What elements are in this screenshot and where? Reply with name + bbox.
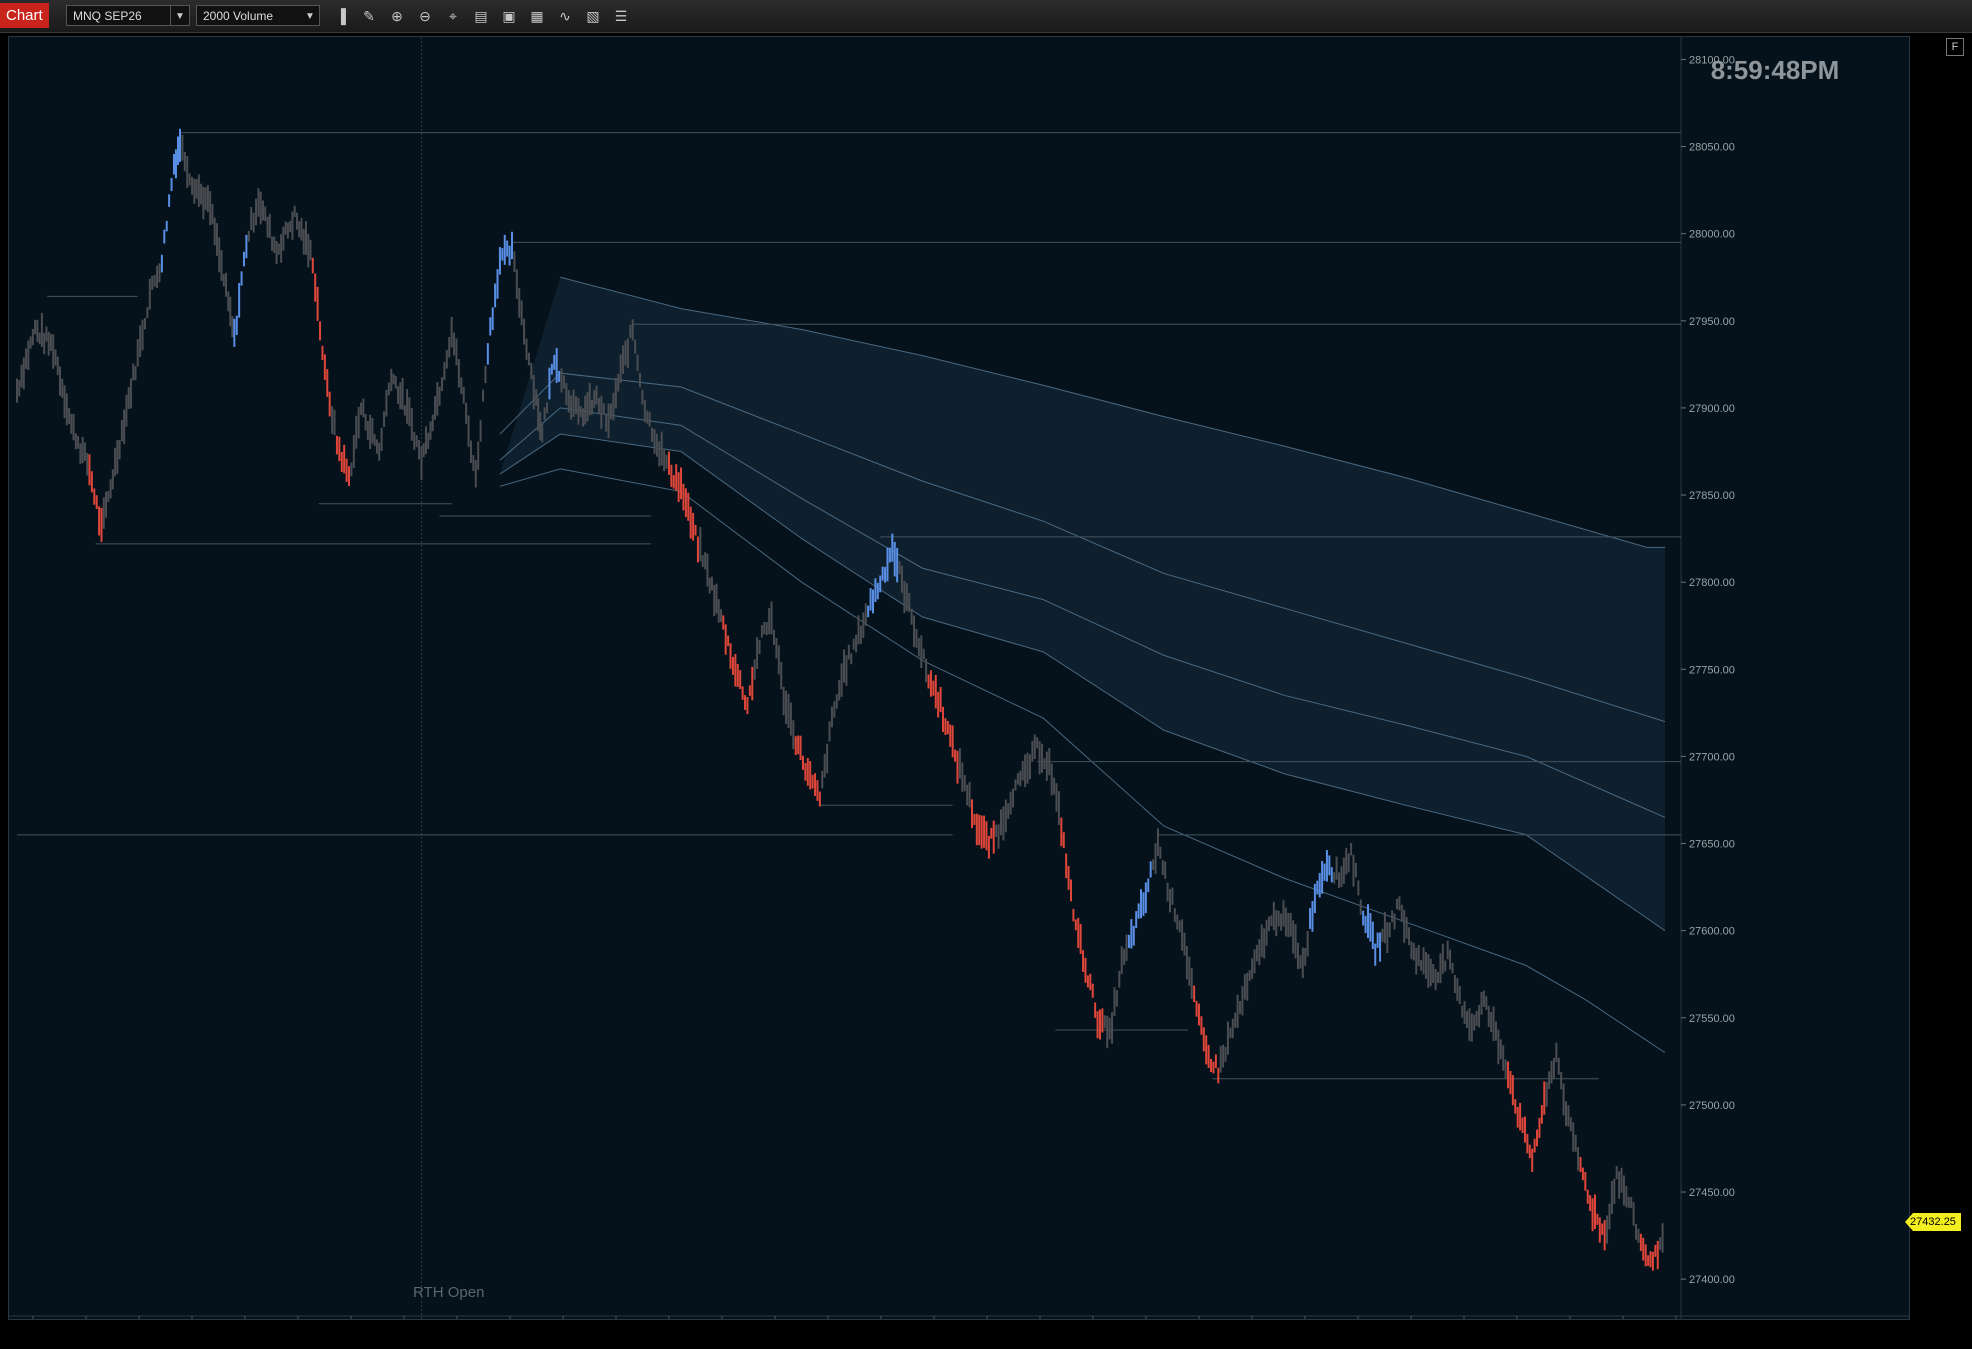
rth-open-label: RTH Open (413, 1284, 485, 1301)
corner-button[interactable]: F (1946, 38, 1964, 56)
y-tick-label: 27800.00 (1689, 577, 1735, 589)
last-price-marker: 27432.25 (1905, 1213, 1961, 1231)
data-box-icon[interactable]: ▤ (470, 6, 492, 26)
y-tick-label: 27650.00 (1689, 839, 1735, 851)
chevron-down-icon[interactable]: ▼ (170, 6, 189, 25)
chart-trader-icon[interactable]: ▣ (498, 6, 520, 26)
strategies-icon[interactable]: ▦ (526, 6, 548, 26)
interval-value: 2000 Volume (203, 9, 274, 23)
crosshair-icon[interactable]: ⌖ (442, 6, 464, 26)
y-tick-label: 27950.00 (1689, 316, 1735, 328)
instrument-selector[interactable]: MNQ SEP26 ▼ (66, 5, 190, 26)
y-tick-label: 27750.00 (1689, 664, 1735, 676)
y-tick-label: 28000.00 (1689, 229, 1735, 241)
chart-tab[interactable]: Chart (0, 3, 49, 28)
chart-plot-area[interactable]: 28100.00 28050.00 28000.00 27950.00 27900.00… (8, 36, 1910, 1320)
bar-style-icon[interactable]: ▐ (330, 6, 352, 26)
y-tick-label: 27700.00 (1689, 751, 1735, 763)
y-tick-label: 27500.00 (1689, 1100, 1735, 1112)
chevron-down-icon[interactable]: ▼ (301, 6, 319, 25)
y-tick-label: 27600.00 (1689, 926, 1735, 938)
list-icon[interactable]: ☰ (610, 6, 632, 26)
clock-display: 8:59:48PM (1710, 55, 1840, 85)
indicators-icon[interactable]: ∿ (554, 6, 576, 26)
draw-tools-icon[interactable]: ✎ (358, 6, 380, 26)
zoom-out-icon[interactable]: ⊖ (414, 6, 436, 26)
deviation-band-fill (499, 277, 1665, 931)
interval-selector[interactable]: 2000 Volume ▼ (196, 5, 320, 26)
zoom-in-icon[interactable]: ⊕ (386, 6, 408, 26)
y-tick-label: 27400.00 (1689, 1274, 1735, 1286)
y-tick-label: 27450.00 (1689, 1187, 1735, 1199)
y-tick-label: 27850.00 (1689, 490, 1735, 502)
chart-toolbar: Chart MNQ SEP26 ▼ 2000 Volume ▼ ▐ ✎ ⊕ ⊖ ⌖ ▤ ▣ ▦… (0, 0, 1972, 33)
y-tick-label: 27550.00 (1689, 1013, 1735, 1025)
instrument-value: MNQ SEP26 (73, 9, 142, 23)
properties-icon[interactable]: ▧ (582, 6, 604, 26)
price-chart[interactable]: 28100.0028050.0028000.0027950.0027900.00… (9, 37, 1909, 1319)
y-tick-label: 27900.00 (1689, 403, 1735, 415)
y-tick-label: 28050.00 (1689, 142, 1735, 154)
